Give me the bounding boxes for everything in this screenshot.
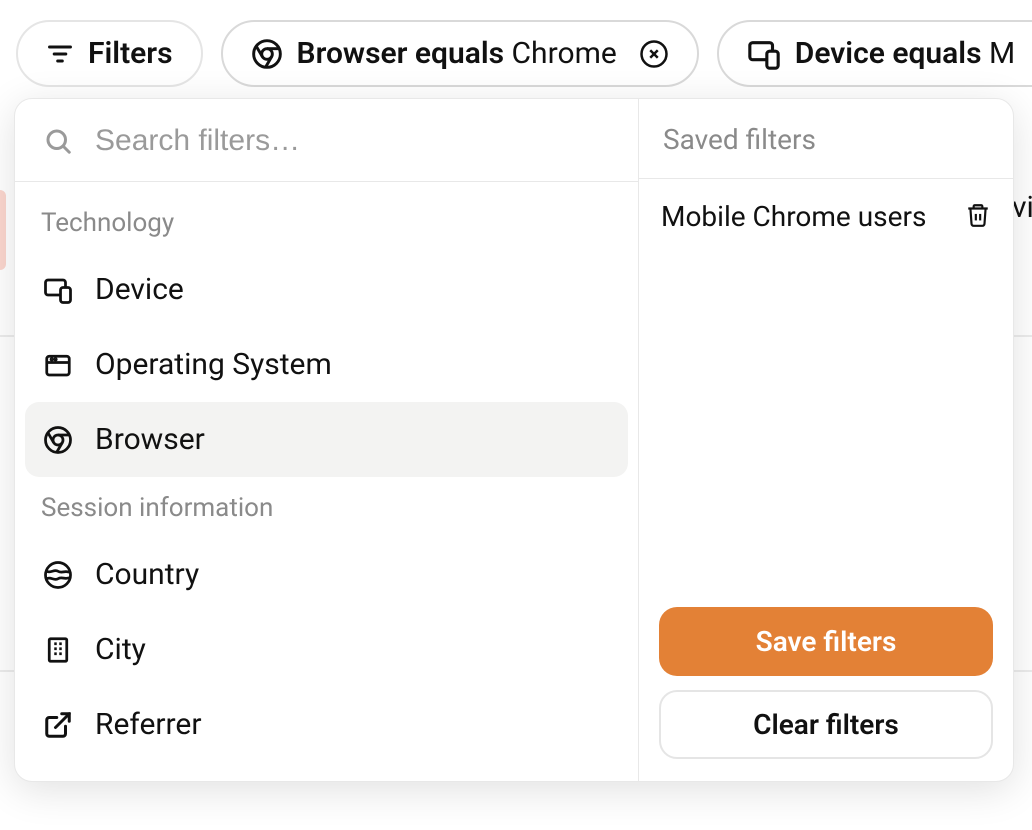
filter-item-os[interactable]: Operating System — [25, 327, 628, 402]
remove-chip-icon[interactable] — [639, 39, 669, 69]
delete-saved-filter-icon[interactable] — [965, 202, 991, 232]
filter-chip-device[interactable]: Device equals M — [717, 20, 1032, 87]
group-label-technology: Technology — [25, 192, 628, 252]
filters-popover: Technology Device — [14, 98, 1014, 782]
device-icon — [747, 37, 781, 71]
filter-icon — [46, 40, 74, 68]
building-icon — [43, 635, 73, 665]
filter-item-label: Device — [95, 272, 184, 307]
chip-text: Browser equals Chrome — [297, 36, 617, 71]
filter-list-pane: Technology Device — [15, 99, 639, 781]
filter-chip-row: Filters Browser equals Chrome — [0, 0, 1032, 87]
device-icon — [43, 275, 73, 305]
globe-icon — [43, 560, 73, 590]
window-icon — [43, 350, 73, 380]
filter-item-label: Operating System — [95, 347, 332, 382]
filter-chip-browser[interactable]: Browser equals Chrome — [221, 20, 699, 87]
filter-item-label: Browser — [95, 422, 205, 457]
filter-list: Technology Device — [15, 182, 638, 781]
filter-search-row — [15, 99, 638, 182]
external-link-icon — [43, 710, 73, 740]
saved-filter-name: Mobile Chrome users — [661, 199, 926, 235]
save-filters-button[interactable]: Save filters — [659, 607, 993, 676]
chip-text: Device equals M — [795, 36, 1015, 71]
filter-item-browser[interactable]: Browser — [25, 402, 628, 477]
filter-item-country[interactable]: Country — [25, 537, 628, 612]
saved-filters-list: Mobile Chrome users — [639, 179, 1013, 607]
search-icon — [43, 126, 73, 156]
filters-label: Filters — [88, 36, 173, 71]
filter-item-user-id[interactable]: User ID — [25, 762, 628, 781]
chrome-icon — [251, 38, 283, 70]
saved-filters-pane: Saved filters Mobile Chrome users Save f… — [639, 99, 1013, 781]
background-text-fragment: vi — [1012, 190, 1032, 225]
saved-filter-item[interactable]: Mobile Chrome users — [653, 191, 999, 243]
filter-item-label: Referrer — [95, 707, 202, 742]
group-label-session: Session information — [25, 477, 628, 537]
filter-search-input[interactable] — [93, 123, 610, 159]
chrome-icon — [43, 425, 73, 455]
filter-item-device[interactable]: Device — [25, 252, 628, 327]
filter-item-city[interactable]: City — [25, 612, 628, 687]
saved-filters-header: Saved filters — [639, 99, 1013, 179]
clear-filters-button[interactable]: Clear filters — [659, 690, 993, 759]
filter-item-label: Country — [95, 557, 199, 592]
filters-button[interactable]: Filters — [16, 20, 203, 87]
filter-item-referrer[interactable]: Referrer — [25, 687, 628, 762]
filter-item-label: City — [95, 632, 146, 667]
